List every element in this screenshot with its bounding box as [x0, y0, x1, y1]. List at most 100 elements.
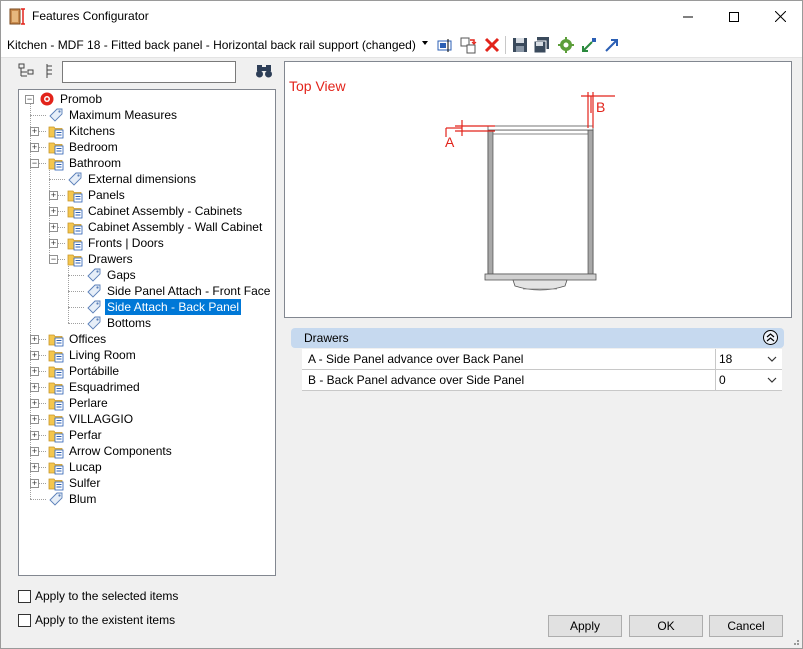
apply-existent-option[interactable]: Apply to the existent items — [18, 613, 175, 627]
expand-node-button[interactable]: + — [30, 383, 39, 392]
import-icon[interactable] — [580, 36, 598, 54]
cancel-button[interactable]: Cancel — [709, 615, 783, 637]
collapse-node-button[interactable]: − — [25, 95, 34, 104]
tree-connector-line — [68, 307, 84, 308]
tree-item[interactable]: Bottoms — [86, 315, 153, 331]
folder-icon — [48, 142, 64, 155]
minimize-button[interactable] — [665, 1, 711, 32]
tree-item[interactable]: Cabinet Assembly - Cabinets — [67, 203, 244, 219]
tree-item[interactable]: External dimensions — [67, 171, 198, 187]
tree-item[interactable]: Lucap — [48, 459, 104, 475]
expand-node-button[interactable]: + — [30, 399, 39, 408]
tree-item[interactable]: Perfar — [48, 427, 104, 443]
folder-icon — [48, 478, 64, 491]
property-value-dropdown[interactable]: 18 — [715, 349, 782, 369]
tag-icon — [87, 284, 101, 298]
tree-item[interactable]: Maximum Measures — [48, 107, 179, 123]
resize-grip-icon[interactable] — [790, 636, 800, 646]
folder-open-icon — [48, 158, 64, 171]
tree-item-label: Perlare — [69, 396, 108, 410]
tag-icon — [87, 316, 101, 330]
collapse-tree-icon[interactable] — [41, 63, 57, 79]
tree-item[interactable]: Esquadrimed — [48, 379, 142, 395]
tree-item-label: Blum — [69, 492, 97, 506]
expand-node-button[interactable]: + — [49, 191, 58, 200]
expand-node-button[interactable]: + — [30, 479, 39, 488]
tree-item[interactable]: Arrow Components — [48, 443, 174, 459]
delete-icon[interactable] — [483, 36, 501, 54]
move-icon[interactable] — [459, 36, 477, 54]
save-icon[interactable] — [511, 36, 529, 54]
tree-item[interactable]: VILLAGGIO — [48, 411, 135, 427]
expand-node-button[interactable]: + — [30, 447, 39, 456]
tree-item[interactable]: Fronts | Doors — [67, 235, 166, 251]
tree-item[interactable]: Gaps — [86, 267, 138, 283]
tree-item-label: Offices — [69, 332, 107, 346]
expand-node-button[interactable]: + — [30, 367, 39, 376]
expand-node-button[interactable]: + — [30, 127, 39, 136]
save-as-icon[interactable] — [533, 36, 551, 54]
apply-button[interactable]: Apply — [548, 615, 622, 637]
folder-icon — [48, 366, 64, 379]
tree-item[interactable]: Drawers — [67, 251, 135, 267]
tree-item[interactable]: Side Attach - Back Panel — [86, 299, 242, 315]
expand-node-button[interactable]: + — [49, 239, 58, 248]
tree-item[interactable]: Kitchens — [48, 123, 117, 139]
tree-item[interactable]: Bedroom — [48, 139, 120, 155]
tree-item-label: Side Attach - Back Panel — [105, 299, 242, 315]
binoculars-search-icon[interactable] — [255, 63, 273, 79]
apply-selected-option[interactable]: Apply to the selected items — [18, 589, 178, 603]
expand-node-button[interactable]: + — [49, 223, 58, 232]
tree-item[interactable]: Blum — [48, 491, 98, 507]
title-bar: Features Configurator — [1, 1, 802, 32]
collapse-group-button[interactable] — [763, 330, 778, 345]
ok-button[interactable]: OK — [629, 615, 703, 637]
property-group-header[interactable]: Drawers — [291, 328, 784, 348]
collapse-node-button[interactable]: − — [30, 159, 39, 168]
tree-connector-line — [68, 275, 84, 276]
folder-icon — [48, 350, 64, 363]
expand-node-button[interactable]: + — [30, 351, 39, 360]
tree-item[interactable]: Panels — [67, 187, 127, 203]
folder-icon — [67, 222, 83, 235]
tree-item[interactable]: Portábille — [48, 363, 121, 379]
tree-item[interactable]: Perlare — [48, 395, 110, 411]
tree-item[interactable]: Living Room — [48, 347, 138, 363]
collapse-node-button[interactable]: − — [49, 255, 58, 264]
expand-tree-icon[interactable] — [18, 63, 34, 79]
expand-node-button[interactable]: + — [30, 415, 39, 424]
tree-item[interactable]: Promob — [39, 91, 104, 107]
features-configurator-window: Features Configurator Kitchen - MDF 18 -… — [0, 0, 803, 649]
export-icon[interactable] — [603, 36, 621, 54]
apply-selected-checkbox[interactable] — [18, 589, 31, 603]
folder-icon — [48, 398, 64, 411]
property-value-dropdown[interactable]: 0 — [715, 370, 782, 390]
tree-item-label: Promob — [60, 92, 103, 106]
apply-existent-checkbox[interactable] — [18, 613, 31, 627]
dimension-a-label: A — [445, 134, 455, 150]
close-button[interactable] — [757, 1, 803, 32]
tree-item[interactable]: Sulfer — [48, 475, 102, 491]
toolbar-separator — [505, 36, 506, 54]
chevron-down-icon[interactable] — [422, 41, 428, 45]
tree-item-label: Arrow Components — [69, 444, 172, 458]
rename-icon[interactable] — [436, 36, 454, 54]
configuration-selector[interactable]: Kitchen - MDF 18 - Fitted back panel - H… — [7, 38, 416, 52]
tree-item-label: Living Room — [69, 348, 136, 362]
tree-connector-line — [30, 115, 46, 116]
settings-icon[interactable] — [557, 36, 575, 54]
expand-node-button[interactable]: + — [30, 335, 39, 344]
expand-node-button[interactable]: + — [30, 431, 39, 440]
tree-item[interactable]: Offices — [48, 331, 108, 347]
tree-item[interactable]: Side Panel Attach - Front Face — [86, 283, 272, 299]
search-input[interactable] — [62, 61, 236, 83]
expand-node-button[interactable]: + — [30, 463, 39, 472]
tree-item[interactable]: Bathroom — [48, 155, 123, 171]
toolbar: Kitchen - MDF 18 - Fitted back panel - H… — [1, 32, 802, 58]
expand-node-button[interactable]: + — [30, 143, 39, 152]
maximize-button[interactable] — [711, 1, 757, 32]
tree-item[interactable]: Cabinet Assembly - Wall Cabinet — [67, 219, 264, 235]
folder-icon — [48, 382, 64, 395]
tree-item-label: Sulfer — [69, 476, 101, 490]
expand-node-button[interactable]: + — [49, 207, 58, 216]
